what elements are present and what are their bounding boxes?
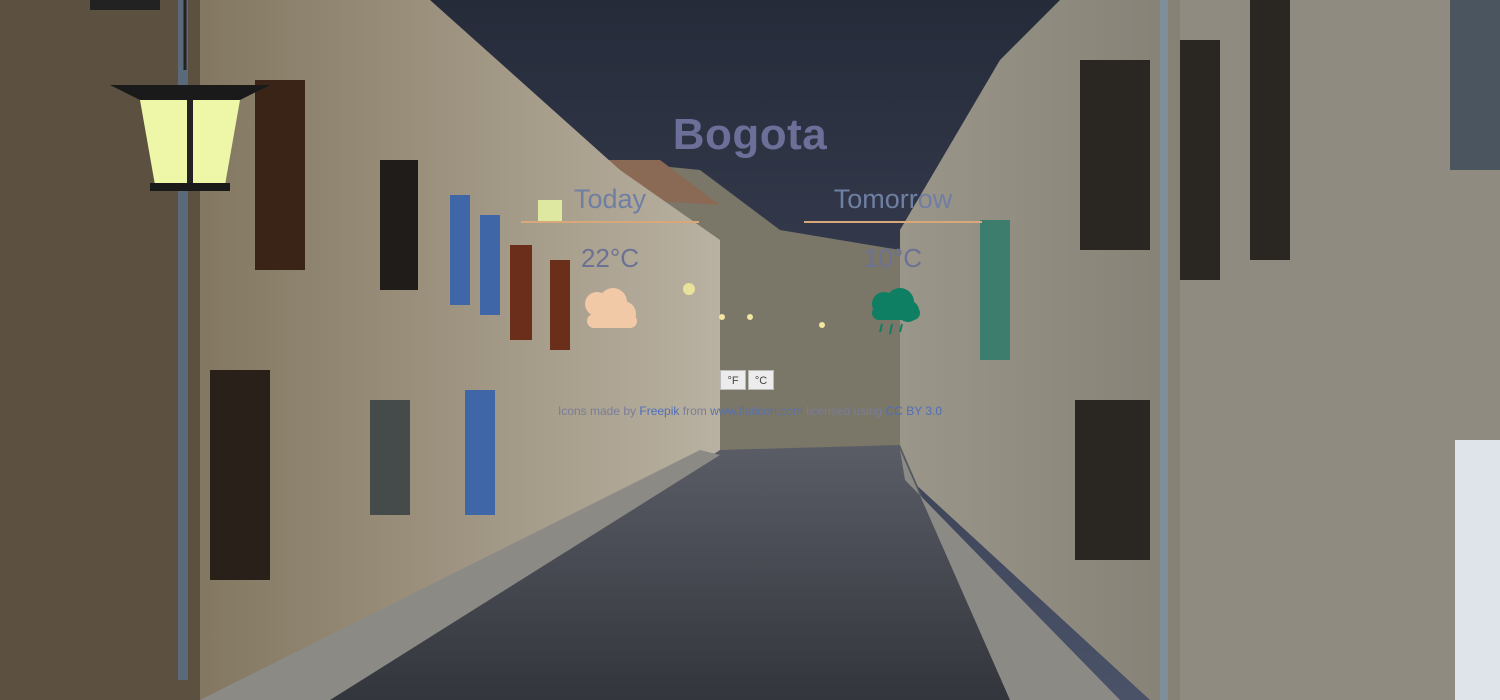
city-name: Bogota bbox=[672, 110, 828, 159]
fahrenheit-button[interactable]: °F bbox=[720, 370, 746, 390]
credits-license-prefix: licensed using bbox=[806, 404, 883, 418]
forecast-tomorrow: Tomorrow 10°C bbox=[803, 184, 983, 336]
weather-widget: Bogota Today 22°C Tomorrow 10°C °F °C Ic… bbox=[470, 92, 1030, 432]
today-temperature: 22°C bbox=[580, 243, 640, 273]
credits-middle: from bbox=[682, 404, 707, 418]
tomorrow-label: Tomorrow bbox=[804, 184, 982, 223]
forecast-today: Today 22°C bbox=[520, 184, 700, 336]
credits-prefix: Icons made by bbox=[557, 404, 637, 418]
rain-cloud-icon bbox=[858, 284, 928, 336]
unit-toggle: °F °C bbox=[720, 370, 774, 390]
flaticon-link[interactable]: www.flaticon.com bbox=[710, 404, 803, 418]
freepik-link[interactable]: Freepik bbox=[639, 404, 679, 418]
partly-cloudy-icon bbox=[575, 284, 645, 336]
license-link[interactable]: CC BY 3.0 bbox=[886, 404, 942, 418]
today-label: Today bbox=[521, 184, 699, 223]
tomorrow-temperature: 10°C bbox=[863, 243, 923, 273]
icon-credits: Icons made by Freepik from www.flaticon.… bbox=[470, 404, 1030, 418]
celsius-button[interactable]: °C bbox=[748, 370, 774, 390]
